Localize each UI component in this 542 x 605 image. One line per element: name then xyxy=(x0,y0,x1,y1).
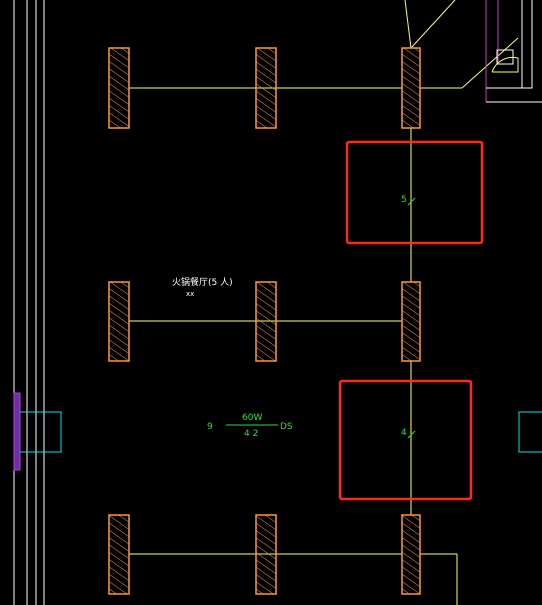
tick-mark-lower: 4 xyxy=(401,428,416,439)
room-sub-label: xx xyxy=(186,290,194,298)
lamp-type: DS xyxy=(280,422,293,432)
lamp-count: 4 2 xyxy=(244,429,258,439)
selection-box-lower[interactable] xyxy=(338,379,473,501)
hatched-fixture-icon[interactable] xyxy=(401,281,421,362)
hatched-fixture-icon[interactable] xyxy=(108,281,130,362)
left-column-marker xyxy=(13,392,62,471)
hatched-fixture-icon[interactable] xyxy=(401,514,421,595)
tick-mark-upper: 5 xyxy=(401,195,416,206)
lamp-annotation[interactable]: 9 60W 4 2 DS xyxy=(207,413,293,439)
circuit-id: 9 xyxy=(207,422,213,432)
box-lower-number: 4 xyxy=(401,428,407,438)
hatched-fixture-icon[interactable] xyxy=(255,514,277,595)
cad-drawing-canvas[interactable]: 5 4 火锅餐厅(5 人) xx 9 60W 4 2 DS xyxy=(0,0,542,605)
hatched-fixture-icon[interactable] xyxy=(255,281,277,362)
top-right-structure xyxy=(404,0,542,103)
hatched-fixture-icon[interactable] xyxy=(108,47,130,129)
left-wall xyxy=(13,0,45,605)
door-swing-icon xyxy=(491,56,519,73)
right-column-marker xyxy=(518,411,542,453)
hatched-fixture-icon[interactable] xyxy=(401,47,421,129)
room-name-label[interactable]: 火锅餐厅(5 人) xyxy=(172,276,233,288)
lamp-power: 60W xyxy=(242,413,262,423)
box-upper-number: 5 xyxy=(401,195,407,205)
hatched-fixture-icon[interactable] xyxy=(108,514,130,595)
hatched-fixture-icon[interactable] xyxy=(255,47,277,129)
selection-box-upper[interactable] xyxy=(345,140,484,245)
